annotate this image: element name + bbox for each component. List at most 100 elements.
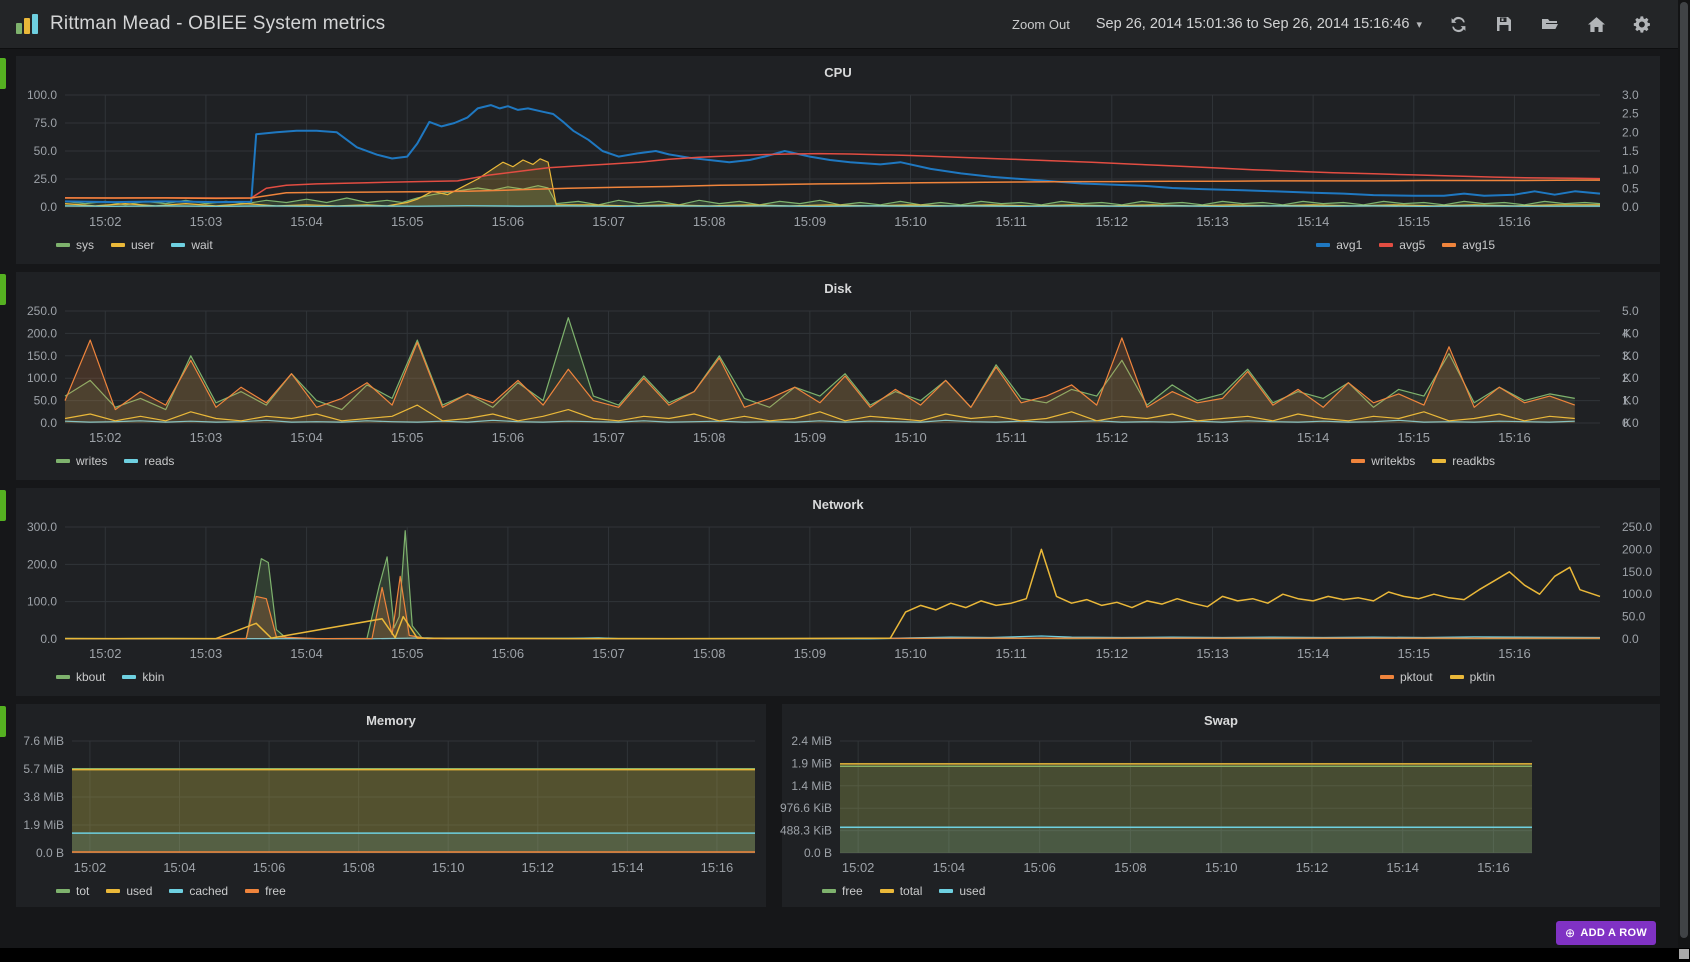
legend-label: pktout xyxy=(1400,670,1433,684)
x-axis-label: 15:16 xyxy=(1498,646,1531,661)
legend-swatch xyxy=(111,243,125,247)
panel-title-swap[interactable]: Swap xyxy=(782,710,1660,732)
scrollbar-track[interactable] xyxy=(1678,0,1690,948)
save-icon xyxy=(1496,16,1512,32)
legend-item-reads[interactable]: reads xyxy=(124,454,174,468)
legend-item-writekbs[interactable]: writekbs xyxy=(1351,454,1415,468)
x-axis-label: 15:16 xyxy=(1477,860,1510,875)
legend-left-group: writes reads xyxy=(56,454,191,468)
x-axis-label: 15:14 xyxy=(1297,214,1330,229)
y-axis-left-label: 1.9 MiB xyxy=(23,818,64,832)
home-button[interactable] xyxy=(1586,14,1606,34)
legend-item-pktout[interactable]: pktout xyxy=(1380,670,1433,684)
settings-button[interactable] xyxy=(1632,14,1652,34)
legend-left-group: sys user wait xyxy=(56,238,230,252)
y-axis-left-label: 250.0 xyxy=(27,304,57,318)
x-axis-label: 15:09 xyxy=(794,214,827,229)
legend-item-total[interactable]: total xyxy=(880,884,923,898)
refresh-button[interactable] xyxy=(1448,14,1468,34)
legend-label: kbin xyxy=(142,670,164,684)
legend-swatch xyxy=(1351,459,1365,463)
row-collapse-tab[interactable] xyxy=(0,274,6,305)
legend-swatch xyxy=(939,889,953,893)
panel-title-disk[interactable]: Disk xyxy=(16,278,1660,302)
legend-item-readkbs[interactable]: readkbs xyxy=(1432,454,1495,468)
legend-label: reads xyxy=(144,454,174,468)
x-axis-label: 15:07 xyxy=(592,430,625,445)
x-axis-label: 15:12 xyxy=(1096,214,1129,229)
legend-item-avg5[interactable]: avg5 xyxy=(1379,238,1425,252)
legend-item-kbout[interactable]: kbout xyxy=(56,670,105,684)
time-range-picker[interactable]: Sep 26, 2014 15:01:36 to Sep 26, 2014 15… xyxy=(1096,16,1422,32)
legend-item-free[interactable]: free xyxy=(822,884,863,898)
y-axis-left-label: 0.0 xyxy=(40,632,57,646)
x-axis-label: 15:16 xyxy=(1498,214,1531,229)
legend-item-pktin[interactable]: pktin xyxy=(1450,670,1495,684)
row-collapse-tab[interactable] xyxy=(0,490,6,521)
y-axis-right-label: 0.0 xyxy=(1622,632,1639,646)
y-axis-left-label: 0.0 B xyxy=(36,846,64,860)
panel-title-memory[interactable]: Memory xyxy=(16,710,766,732)
y-axis-right-label: 4.0 xyxy=(1622,326,1639,340)
series-fill-used xyxy=(840,827,1532,853)
legend-swatch xyxy=(56,243,70,247)
y-axis-right-label: 3.0 xyxy=(1622,349,1639,363)
x-axis-label: 15:12 xyxy=(1096,430,1129,445)
legend-swatch xyxy=(822,889,836,893)
y-axis-right-label: 3.0 xyxy=(1622,88,1639,102)
legend-swatch xyxy=(124,459,138,463)
legend-label: cached xyxy=(189,884,228,898)
x-axis-label: 15:05 xyxy=(391,214,424,229)
app-logo-icon[interactable] xyxy=(14,11,40,37)
x-axis-label: 15:04 xyxy=(933,860,966,875)
legend-item-tot[interactable]: tot xyxy=(56,884,89,898)
dashboard-title[interactable]: Rittman Mead - OBIEE System metrics xyxy=(50,13,385,35)
y-axis-left-label: 1.9 MiB xyxy=(791,756,832,770)
x-axis-label: 15:04 xyxy=(163,860,196,875)
open-dashboard-button[interactable] xyxy=(1540,14,1560,34)
zoom-out-button[interactable]: Zoom Out xyxy=(1012,17,1070,32)
series-fill-cached xyxy=(72,833,755,853)
legend-item-cached[interactable]: cached xyxy=(169,884,228,898)
x-axis-label: 15:08 xyxy=(693,430,726,445)
legend-item-sys[interactable]: sys xyxy=(56,238,94,252)
row-collapse-tab[interactable] xyxy=(0,706,6,737)
add-row-button[interactable]: ⊕ ADD A ROW xyxy=(1556,921,1656,945)
legend-item-free[interactable]: free xyxy=(245,884,286,898)
save-button[interactable] xyxy=(1494,14,1514,34)
legend-item-wait[interactable]: wait xyxy=(171,238,212,252)
y-axis-left-label: 100.0 xyxy=(27,371,57,385)
y-axis-left-label: 0.0 xyxy=(40,416,57,430)
top-navbar: Rittman Mead - OBIEE System metrics Zoom… xyxy=(0,0,1678,49)
legend-item-user[interactable]: user xyxy=(111,238,154,252)
y-axis-left-label: 976.6 KiB xyxy=(780,801,832,815)
legend-item-used[interactable]: used xyxy=(106,884,152,898)
legend-item-kbin[interactable]: kbin xyxy=(122,670,164,684)
legend-label: writes xyxy=(76,454,107,468)
x-axis-label: 15:03 xyxy=(190,430,223,445)
series-line-kbout xyxy=(65,531,1600,639)
row-collapse-tab[interactable] xyxy=(0,58,6,89)
legend-item-writes[interactable]: writes xyxy=(56,454,107,468)
legend-item-used[interactable]: used xyxy=(939,884,985,898)
y-axis-left-label: 150.0 xyxy=(27,349,57,363)
legend-swatch xyxy=(245,889,259,893)
y-axis-left-label: 2.4 MiB xyxy=(791,734,832,748)
y-axis-right-label: 200.0 xyxy=(1622,542,1652,556)
panel-title-cpu[interactable]: CPU xyxy=(16,62,1660,86)
y-axis-left-label: 0.0 B xyxy=(804,846,832,860)
y-axis-right-label: 1.5 xyxy=(1622,144,1639,158)
x-axis-label: 15:10 xyxy=(1205,860,1238,875)
legend-item-avg1[interactable]: avg1 xyxy=(1316,238,1362,252)
x-axis-label: 15:09 xyxy=(794,646,827,661)
network-legend: kbout kbin pktout pktin xyxy=(16,665,1660,686)
panel-title-network[interactable]: Network xyxy=(16,494,1660,518)
legend-label: readkbs xyxy=(1452,454,1495,468)
legend-swatch xyxy=(56,459,70,463)
home-icon xyxy=(1588,16,1605,33)
x-axis-label: 15:11 xyxy=(995,430,1027,445)
legend-swatch xyxy=(171,243,185,247)
legend-swatch xyxy=(1450,675,1464,679)
legend-item-avg15[interactable]: avg15 xyxy=(1442,238,1495,252)
scrollbar-thumb[interactable] xyxy=(1680,2,1688,938)
